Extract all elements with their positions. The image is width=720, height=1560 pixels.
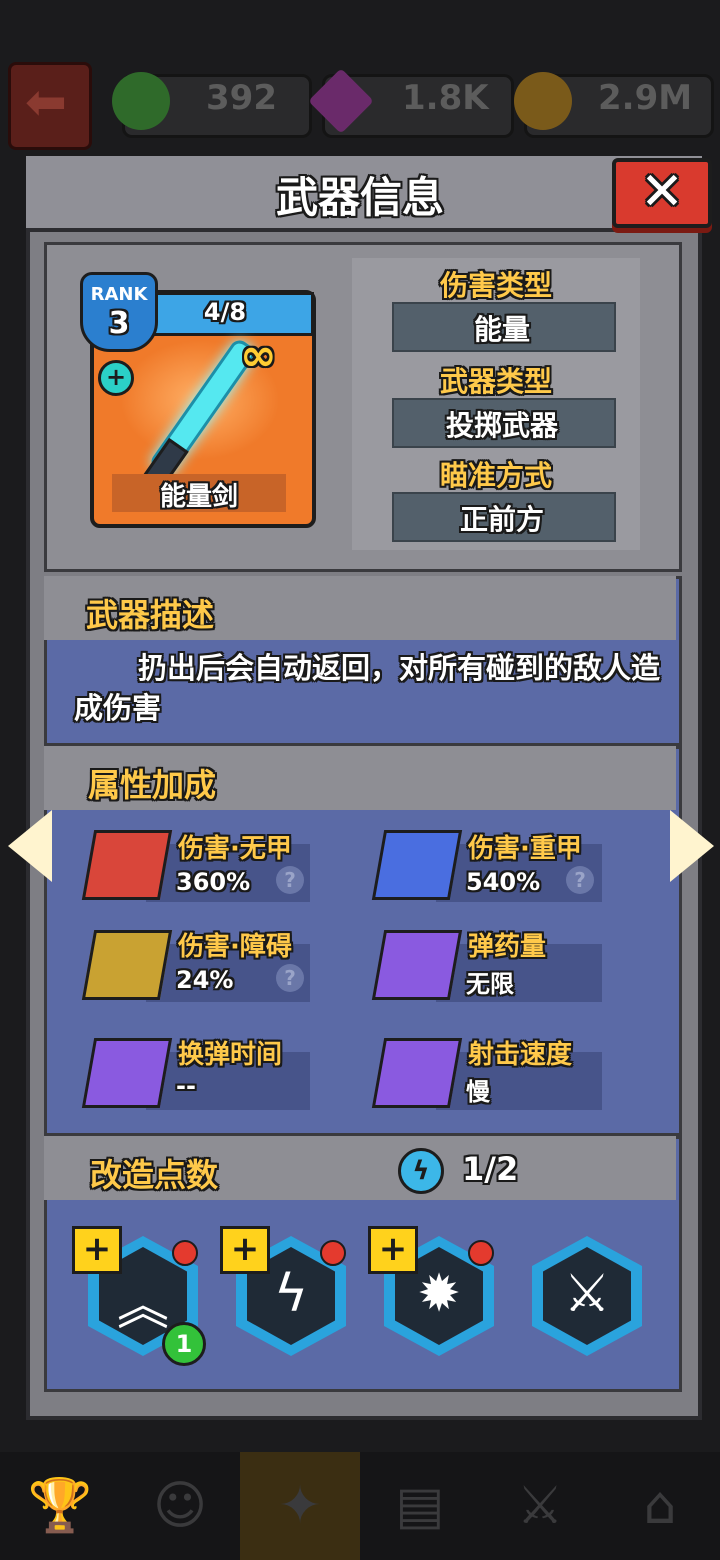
back-arrow-icon: ⬅ bbox=[25, 73, 67, 131]
attr-damage-unarmored-name: 伤害·无甲 bbox=[178, 834, 292, 864]
attr-damage-obstacle-value: 24% bbox=[176, 966, 234, 994]
notification-dot bbox=[320, 1240, 346, 1266]
mod-points-value: 1/2 bbox=[462, 1150, 519, 1188]
rank-label: RANK bbox=[90, 284, 148, 305]
help-icon[interactable]: ? bbox=[276, 866, 304, 894]
upgrade-plus-icon[interactable]: + bbox=[98, 360, 134, 396]
attr-ammo-value: 无限 bbox=[466, 970, 514, 998]
crossed-swords-icon[interactable]: ⚔ bbox=[480, 1452, 600, 1560]
prev-weapon-arrow-icon[interactable] bbox=[8, 810, 52, 882]
damage-type-label: 伤害类型 bbox=[439, 269, 552, 302]
mod-slot-3-plus-button[interactable]: + bbox=[368, 1226, 418, 1274]
notification-dot bbox=[468, 1240, 494, 1266]
reload-icon bbox=[81, 1038, 173, 1108]
damage-type-value: 能量 bbox=[473, 313, 530, 346]
attributes-title: 属性加成 bbox=[88, 766, 217, 804]
heroes-icon[interactable]: ☺ bbox=[120, 1452, 240, 1560]
mod-count-badge: 1 bbox=[162, 1322, 206, 1366]
aim-mode-label: 瞄准方式 bbox=[439, 459, 552, 492]
attr-damage-armored-value: 540% bbox=[466, 868, 541, 896]
target-obstacle-icon bbox=[81, 930, 173, 1000]
help-icon[interactable]: ? bbox=[276, 964, 304, 992]
target-unarmored-icon bbox=[81, 830, 173, 900]
weapon-type-label: 武器类型 bbox=[439, 365, 552, 398]
green-gem-value: 392 bbox=[206, 78, 277, 118]
fire-rate-icon bbox=[371, 1038, 463, 1108]
attr-reload-name: 换弹时间 bbox=[178, 1040, 283, 1070]
help-icon[interactable]: ? bbox=[566, 866, 594, 894]
lightning-bolt-icon: ϟ bbox=[398, 1148, 444, 1194]
attr-damage-armored-name: 伤害·重甲 bbox=[468, 834, 582, 864]
attr-damage-obstacle-name: 伤害·障碍 bbox=[178, 932, 292, 962]
mod-slot-2-plus-button[interactable]: + bbox=[220, 1226, 270, 1274]
trophy-icon[interactable]: 🏆 bbox=[0, 1452, 120, 1560]
target-armored-icon bbox=[371, 830, 463, 900]
green-gem-icon bbox=[112, 72, 170, 130]
back-button[interactable]: ⬅ bbox=[8, 62, 92, 150]
infinity-icon: ∞ bbox=[240, 330, 277, 381]
weapon-type-value: 投掷武器 bbox=[445, 409, 558, 442]
gold-value: 2.9M bbox=[598, 78, 693, 118]
weapon-level: 4/8 bbox=[203, 298, 247, 326]
weapon-name: 能量剑 bbox=[159, 482, 238, 512]
gun-icon[interactable]: ✦ bbox=[240, 1452, 360, 1560]
attr-damage-unarmored-value: 360% bbox=[176, 868, 251, 896]
book-icon[interactable]: ▤ bbox=[360, 1452, 480, 1560]
attr-reload-value: -- bbox=[176, 1072, 196, 1100]
gold-coin-icon bbox=[514, 72, 572, 130]
shop-icon[interactable]: ⌂ bbox=[600, 1452, 720, 1560]
mod-points-title: 改造点数 bbox=[90, 1156, 219, 1194]
rank-number: 3 bbox=[108, 306, 130, 341]
winged-blade-icon: ⚔ bbox=[563, 1264, 611, 1324]
description-text: 扔出后会自动返回，对所有碰到的敌人造成伤害 bbox=[74, 651, 661, 725]
purple-gem-value: 1.8K bbox=[402, 78, 489, 118]
description-title: 武器描述 bbox=[86, 596, 215, 634]
attr-fire-rate-value: 慢 bbox=[466, 1078, 490, 1106]
notification-dot bbox=[172, 1240, 198, 1266]
next-weapon-arrow-icon[interactable] bbox=[670, 810, 714, 882]
attr-fire-rate-name: 射击速度 bbox=[468, 1040, 573, 1070]
ammo-icon bbox=[371, 930, 463, 1000]
close-icon: ✕ bbox=[640, 162, 684, 222]
mod-slot-1-plus-button[interactable]: + bbox=[72, 1226, 122, 1274]
attr-ammo-name: 弹药量 bbox=[468, 932, 547, 962]
aim-mode-value: 正前方 bbox=[459, 503, 544, 536]
close-button[interactable]: ✕ bbox=[612, 158, 712, 228]
